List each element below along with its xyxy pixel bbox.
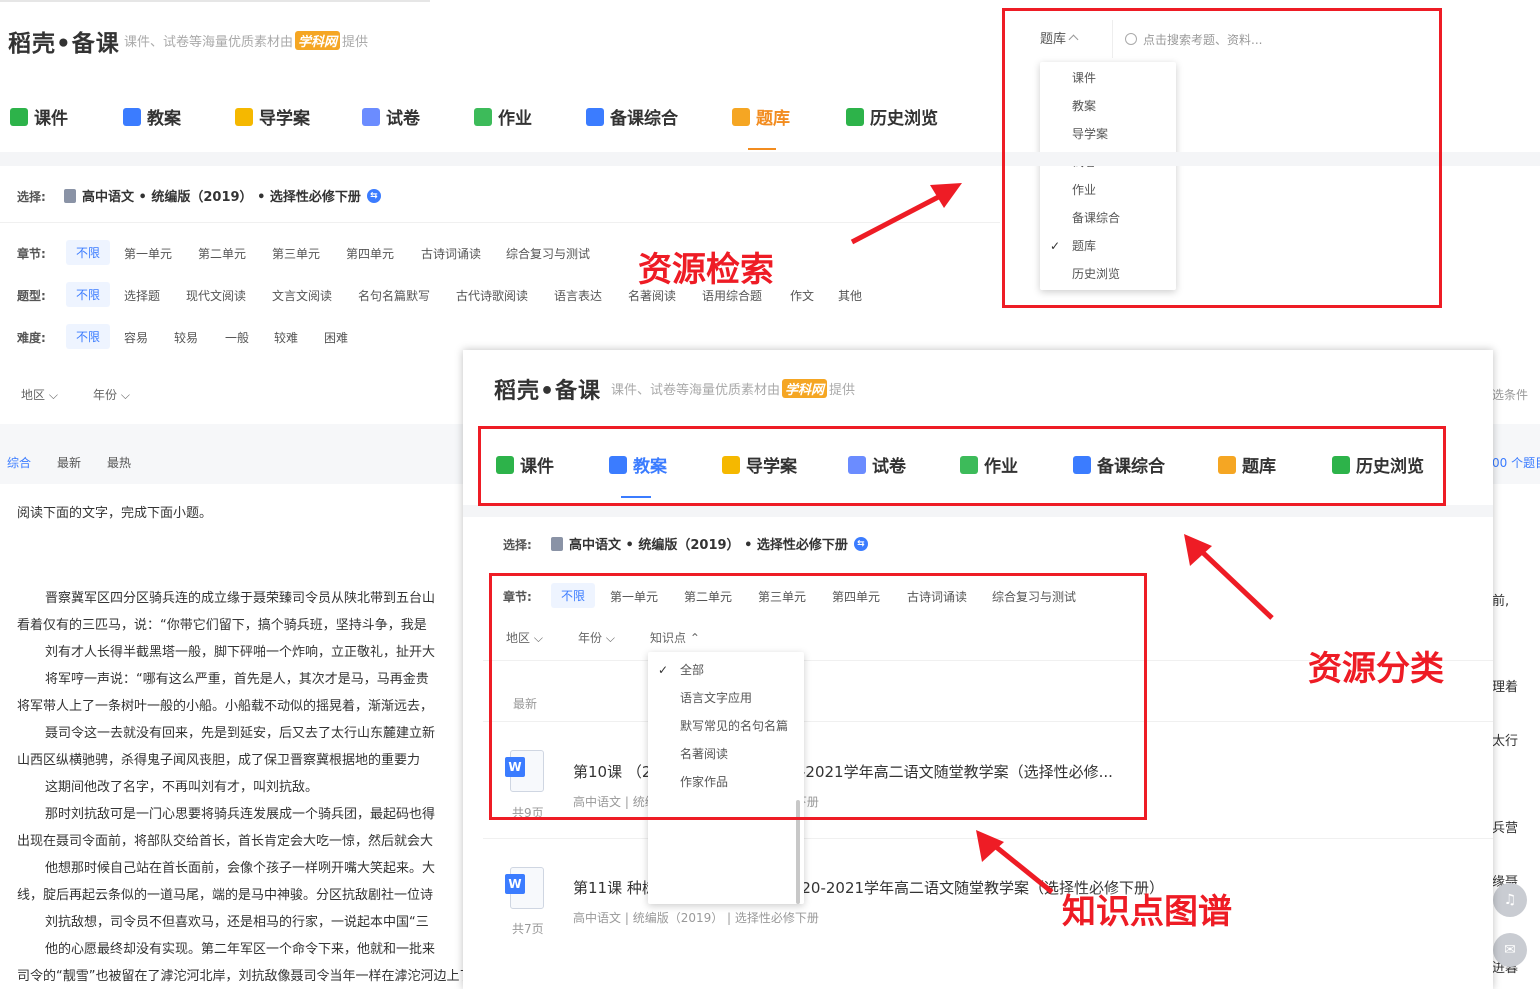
arrow-to-categories (1184, 534, 1274, 620)
arrow-to-search (850, 183, 962, 245)
arrow-to-knowledge (976, 830, 1054, 894)
annotation-arrows (850, 183, 1274, 894)
